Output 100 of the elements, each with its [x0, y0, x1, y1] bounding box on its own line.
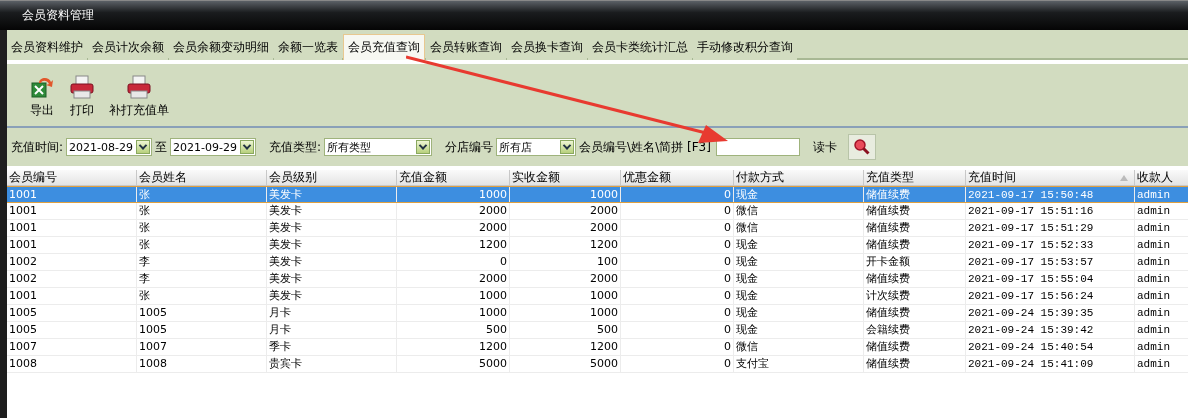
column-header[interactable]: 实收金额 — [510, 170, 621, 185]
printer-icon — [69, 74, 95, 100]
table-cell: 1000 — [510, 187, 621, 202]
table-cell: 2021-09-17 15:53:57 — [966, 254, 1135, 270]
table-cell: 1005 — [7, 322, 137, 338]
table-cell: 5000 — [510, 356, 621, 372]
date-from-picker[interactable]: 2021-08-29 — [66, 138, 153, 156]
table-cell: 0 — [621, 187, 734, 202]
read-card-label: 读卡 — [812, 138, 837, 156]
table-cell: 月卡 — [267, 322, 397, 338]
table-cell: admin — [1135, 339, 1188, 355]
toolbar-button[interactable]: 补打充值单 — [105, 74, 173, 126]
table-cell: 1200 — [397, 237, 510, 253]
column-header[interactable]: 会员级别 — [267, 170, 397, 185]
table-cell: 500 — [397, 322, 510, 338]
table-row[interactable]: 1005 1005 月卡 1000 1000 0 现金 储值续费 2021-09-24 15:39:35 admin — [7, 305, 1188, 322]
table-cell: 1007 — [137, 339, 267, 355]
column-header[interactable]: 收款人 — [1135, 170, 1188, 185]
branch-dropdown[interactable]: 所有店 — [496, 138, 577, 156]
table-cell: 美发卡 — [267, 187, 397, 202]
table-cell: 储值续费 — [864, 203, 966, 219]
table-cell: 2021-09-24 15:41:09 — [966, 356, 1135, 372]
column-header[interactable]: 充值金额 — [397, 170, 510, 185]
table-row[interactable]: 1001 张 美发卡 2000 2000 0 微信 储值续费 2021-09-17 15:51:16 admin — [7, 203, 1188, 220]
table-cell: 1005 — [137, 322, 267, 338]
table-row[interactable]: 1002 李 美发卡 2000 2000 0 现金 储值续费 2021-09-17 15:55:04 admin — [7, 271, 1188, 288]
table-cell: 微信 — [734, 220, 864, 236]
table-cell: admin — [1135, 271, 1188, 287]
table-row[interactable]: 1001 张 美发卡 2000 2000 0 微信 储值续费 2021-09-17 15:51:29 admin — [7, 220, 1188, 237]
table-cell: 1008 — [137, 356, 267, 372]
table-cell: 2021-09-24 15:39:35 — [966, 305, 1135, 321]
table-cell: 2021-09-17 15:52:33 — [966, 237, 1135, 253]
table-cell: 0 — [621, 288, 734, 304]
table-cell: 100 — [510, 254, 621, 270]
table-row[interactable]: 1001 张 美发卡 1000 1000 0 现金 计次续费 2021-09-17 15:56:24 admin — [7, 288, 1188, 305]
table-cell: 美发卡 — [267, 203, 397, 219]
table-cell: 储值续费 — [864, 220, 966, 236]
table-cell: 1000 — [510, 305, 621, 321]
table-cell: 1200 — [397, 339, 510, 355]
table-cell: 2000 — [397, 220, 510, 236]
date-to-picker[interactable]: 2021-09-29 — [170, 138, 257, 156]
table-cell: 月卡 — [267, 305, 397, 321]
tab[interactable]: 会员充值查询 — [343, 34, 425, 60]
table-cell: 2000 — [397, 271, 510, 287]
table-cell: 微信 — [734, 339, 864, 355]
printer-icon — [126, 74, 152, 100]
sort-icon — [1120, 175, 1128, 181]
column-header[interactable]: 充值时间 — [966, 170, 1135, 185]
column-header[interactable]: 优惠金额 — [621, 170, 734, 185]
table-cell: 1000 — [397, 288, 510, 304]
table-cell: 储值续费 — [864, 305, 966, 321]
table-cell: 贵宾卡 — [267, 356, 397, 372]
table-cell: 现金 — [734, 305, 864, 321]
table-cell: 1001 — [7, 288, 137, 304]
search-button[interactable] — [847, 134, 876, 160]
table-cell: 2000 — [510, 203, 621, 219]
table-cell: 1001 — [7, 187, 137, 202]
table-cell: 2021-09-17 15:51:16 — [966, 203, 1135, 219]
table-cell: 美发卡 — [267, 254, 397, 270]
column-header[interactable]: 付款方式 — [734, 170, 864, 185]
table-row[interactable]: 1007 1007 季卡 1200 1200 0 微信 储值续费 2021-09-24 15:40:54 admin — [7, 339, 1188, 356]
table-cell: 张 — [137, 220, 267, 236]
table-row[interactable]: 1002 李 美发卡 0 100 0 现金 开卡金额 2021-09-17 15:53:57 admin — [7, 254, 1188, 271]
table-cell: 李 — [137, 271, 267, 287]
to-label: 至 — [155, 138, 168, 156]
table-cell: 计次续费 — [864, 288, 966, 304]
table-cell: 2000 — [510, 271, 621, 287]
table-cell: 张 — [137, 187, 267, 202]
toolbar-button[interactable]: 打印 — [65, 74, 99, 126]
table-row[interactable]: 1005 1005 月卡 500 500 0 现金 会籍续费 2021-09-24 15:39:42 admin — [7, 322, 1188, 339]
table-cell: 张 — [137, 237, 267, 253]
table-cell: 2021-09-17 15:55:04 — [966, 271, 1135, 287]
table-cell: admin — [1135, 254, 1188, 270]
window-title: 会员资料管理 — [22, 7, 94, 24]
column-header[interactable]: 充值类型 — [864, 170, 966, 185]
table-cell: 现金 — [734, 288, 864, 304]
table-cell: 现金 — [734, 187, 864, 202]
table-cell: 储值续费 — [864, 356, 966, 372]
table-cell: 1001 — [7, 203, 137, 219]
table-row[interactable]: 1001 张 美发卡 1200 1200 0 现金 储值续费 2021-09-17 15:52:33 admin — [7, 237, 1188, 254]
table-cell: 1007 — [7, 339, 137, 355]
table-cell: 2000 — [397, 203, 510, 219]
table-cell: 1000 — [510, 288, 621, 304]
column-header[interactable]: 会员编号 — [7, 170, 137, 185]
table-cell: 1200 — [510, 237, 621, 253]
column-header[interactable]: 会员姓名 — [137, 170, 267, 185]
toolbar-button[interactable]: 导出 — [25, 74, 59, 126]
table-row[interactable]: 1008 1008 贵宾卡 5000 5000 0 支付宝 储值续费 2021-09-24 15:41:09 admin — [7, 356, 1188, 373]
table-cell: 季卡 — [267, 339, 397, 355]
table-cell: 0 — [397, 254, 510, 270]
table-cell: 美发卡 — [267, 288, 397, 304]
type-dropdown[interactable]: 所有类型 — [324, 138, 433, 156]
table-cell: 0 — [621, 203, 734, 219]
search-field[interactable] — [715, 138, 800, 156]
table-cell: 0 — [621, 305, 734, 321]
table-cell: 2021-09-17 15:50:48 — [966, 187, 1135, 202]
table-cell: 1001 — [7, 220, 137, 236]
table-cell: 2021-09-17 15:51:29 — [966, 220, 1135, 236]
table-cell: admin — [1135, 305, 1188, 321]
table-cell: 0 — [621, 220, 734, 236]
